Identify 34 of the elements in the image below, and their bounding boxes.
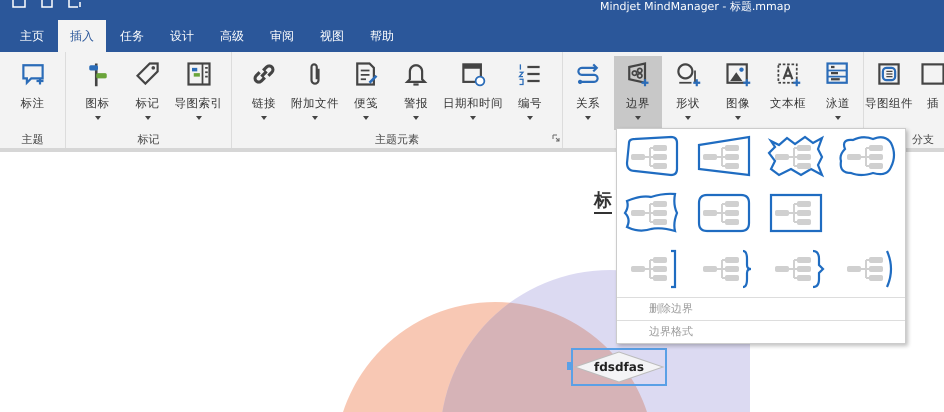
ribbon-tab[interactable]: 高级 — [208, 20, 256, 52]
dialog-launcher-icon[interactable] — [552, 134, 560, 142]
ribbon-button[interactable]: 导图组件 — [864, 56, 914, 130]
group-label: 主题元素 — [375, 132, 419, 146]
ribbon-button[interactable]: 标记 — [124, 56, 172, 130]
boundary-style-option[interactable] — [765, 135, 827, 179]
ribbon-button[interactable]: 编号 — [506, 56, 554, 130]
ribbon-button[interactable]: 关系 — [564, 56, 612, 130]
index-panel-icon — [184, 60, 212, 88]
group-label: 分支 — [912, 132, 934, 146]
ribbon-tab[interactable]: 视图 — [308, 20, 356, 52]
group-label: 标记 — [138, 132, 160, 146]
ribbon-button[interactable]: 日期和时间 — [442, 56, 504, 130]
ribbon-button[interactable]: 便笺 — [342, 56, 390, 130]
selection-handle[interactable] — [567, 362, 573, 370]
ribbon-button[interactable]: 警报 — [392, 56, 440, 130]
window-title: Mindjet MindManager - 标题.mmap — [600, 1, 790, 13]
ribbon-button[interactable]: 图标 — [74, 56, 122, 130]
group-label: 主题 — [22, 132, 44, 146]
ribbon-tab[interactable]: 插入 — [58, 20, 106, 52]
ribbon-button[interactable]: 文本框 — [764, 56, 812, 130]
ribbon-tab[interactable]: 审阅 — [258, 20, 306, 52]
tag-icon — [134, 60, 162, 88]
ribbon-button[interactable]: 链接 — [240, 56, 288, 130]
map-title[interactable]: 标 — [594, 188, 612, 214]
ribbon-tab[interactable]: 设计 — [158, 20, 206, 52]
ribbon-button[interactable]: 导图索引 — [174, 56, 224, 130]
ribbon-tab[interactable]: 主页 — [8, 20, 56, 52]
ribbon-button[interactable]: 附加文件 — [290, 56, 340, 130]
ribbon-tab[interactable]: 任务 — [108, 20, 156, 52]
ribbon-button[interactable]: 边界 — [614, 56, 662, 130]
ribbon-tab[interactable]: 帮助 — [358, 20, 406, 52]
ribbon-button[interactable]: 插 — [918, 56, 944, 130]
ribbon-button[interactable]: 标注 — [8, 56, 56, 130]
